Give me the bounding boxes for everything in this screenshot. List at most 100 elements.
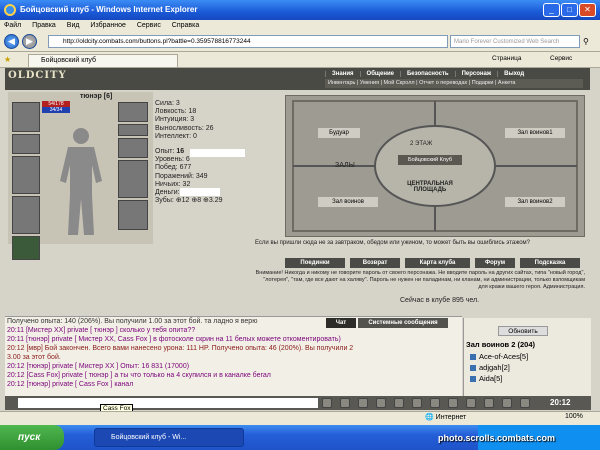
menu-view[interactable]: Вид bbox=[67, 22, 80, 29]
tool-icon[interactable] bbox=[448, 398, 458, 408]
tab-system-messages[interactable]: Системные сообщения bbox=[358, 318, 448, 328]
stat-strength: Сила: 3 bbox=[155, 100, 180, 107]
nav-security[interactable]: Безопасность bbox=[399, 71, 455, 77]
map-room-boudoir[interactable]: Будуар bbox=[318, 128, 360, 138]
zoom-level[interactable]: 100% bbox=[565, 413, 583, 420]
sub-nav[interactable]: Инвентарь | Умения | Мой Скролл | Отчет … bbox=[325, 79, 583, 88]
chat-line: Получено опыта: 140 (206%). Вы получили … bbox=[7, 318, 258, 325]
stat-endurance: Выносливость: 26 bbox=[155, 124, 214, 132]
tool-icon[interactable] bbox=[322, 398, 332, 408]
club-map-button[interactable]: Карта клуба bbox=[405, 258, 470, 268]
top-nav: Знания Общение Безопасность Персонаж Выход bbox=[325, 70, 530, 79]
tool-icon[interactable] bbox=[394, 398, 404, 408]
menu-bar: Файл Правка Вид Избранное Сервис Справка bbox=[0, 20, 600, 32]
tool-icon[interactable] bbox=[340, 398, 350, 408]
character-name: тюнэр [6] bbox=[80, 93, 113, 100]
search-input[interactable]: Mario Forever Customized Web Search bbox=[450, 35, 580, 48]
online-count: Сейчас в клубе 895 чел. bbox=[400, 297, 480, 304]
mana-bar: 34/34 bbox=[42, 107, 70, 113]
menu-help[interactable]: Справка bbox=[172, 22, 199, 29]
character-silhouette-icon bbox=[60, 128, 102, 235]
forward-button[interactable]: ▶ bbox=[22, 34, 37, 49]
tool-icon[interactable] bbox=[502, 398, 512, 408]
menu-file[interactable]: Файл bbox=[4, 22, 21, 29]
menu-tools[interactable]: Сервис bbox=[137, 22, 161, 29]
hint-button[interactable]: Подсказка bbox=[520, 258, 580, 268]
page-menu[interactable]: Страница bbox=[492, 55, 521, 62]
stat-intuition: Интуиция: 3 bbox=[155, 116, 195, 124]
chat-line: 20:11 [Мистер XX] private [ тюнэр ] скол… bbox=[7, 327, 196, 334]
gloves-slot[interactable] bbox=[118, 138, 148, 158]
chat-line: 20:12 [мвр] Бой закончен. Всего вами нан… bbox=[7, 345, 354, 352]
taskbar-item[interactable]: Бойцовский клуб - Wi... bbox=[94, 428, 244, 447]
player-item[interactable]: Ace-of-Aces[5] bbox=[470, 352, 528, 361]
tool-icon[interactable] bbox=[484, 398, 494, 408]
back-button[interactable]: ◀ bbox=[4, 34, 19, 49]
battles-button[interactable]: Поединки bbox=[285, 258, 345, 268]
ring-slots[interactable] bbox=[118, 124, 148, 136]
clan-icon bbox=[470, 354, 476, 361]
chat-line: 20:11 [тюнэр] private [ Мистер XX, Cass … bbox=[7, 336, 341, 343]
tools-menu[interactable]: Сервис bbox=[550, 55, 572, 62]
boots-slot[interactable] bbox=[118, 200, 148, 230]
internet-zone-status: 🌐 Интернет bbox=[425, 414, 467, 421]
chat-line: 20:12 [тюнэр] private [ Cass Fox ] канал bbox=[7, 381, 134, 388]
stat-wins: Побед: 677 bbox=[155, 164, 192, 172]
helmet-slot[interactable] bbox=[12, 102, 40, 132]
tool-icon[interactable] bbox=[376, 398, 386, 408]
necklace-slot[interactable] bbox=[12, 134, 40, 154]
game-clock: 20:12 bbox=[550, 398, 571, 407]
tool-icon[interactable] bbox=[412, 398, 422, 408]
chat-input[interactable] bbox=[18, 398, 318, 408]
shield-slot[interactable] bbox=[118, 160, 148, 198]
nav-character[interactable]: Персонаж bbox=[454, 71, 498, 77]
start-button[interactable]: пуск bbox=[0, 425, 64, 450]
stat-agility: Ловкость: 18 bbox=[155, 108, 197, 116]
menu-favorites[interactable]: Избранное bbox=[90, 22, 125, 29]
nav-exit[interactable]: Выход bbox=[497, 71, 530, 77]
tool-icon[interactable] bbox=[520, 398, 530, 408]
refresh-button[interactable]: Обновить bbox=[498, 326, 548, 336]
tab-chat[interactable]: Чат bbox=[326, 318, 356, 328]
clan-icon bbox=[470, 365, 476, 372]
address-input[interactable]: http://oldcity.combats.com/buttons.pl?ba… bbox=[48, 35, 448, 48]
map-room-warriors2[interactable]: Зал воинов2 bbox=[505, 197, 565, 207]
map-central-square[interactable]: ЦЕНТРАЛЬНАЯ ПЛОЩАДЬ bbox=[395, 181, 465, 193]
armor-slot[interactable] bbox=[12, 196, 40, 234]
map-drawing bbox=[292, 100, 578, 232]
stat-losses: Поражений: 349 bbox=[155, 172, 208, 180]
forum-button[interactable]: Форум bbox=[475, 258, 515, 268]
tool-icon[interactable] bbox=[358, 398, 368, 408]
maximize-button[interactable]: □ bbox=[561, 3, 578, 17]
favorites-star-icon[interactable]: ★ bbox=[4, 55, 11, 64]
map-room-warriors1[interactable]: Зал воинов1 bbox=[505, 128, 565, 138]
map-floor-label: 2 ЭТАЖ bbox=[410, 141, 433, 147]
chat-line: 20:12 [Cass Fox] private [ тюнэр ] а ты … bbox=[7, 372, 271, 379]
map-halls-label: ЗАЛЫ bbox=[335, 162, 355, 169]
close-button[interactable]: ✕ bbox=[579, 3, 596, 17]
earring-slot[interactable] bbox=[118, 102, 148, 122]
ie-icon bbox=[4, 4, 16, 16]
nav-knowledge[interactable]: Знания bbox=[325, 71, 360, 77]
player-item[interactable]: adjgah[2] bbox=[470, 363, 510, 372]
player-item[interactable]: Aida[5] bbox=[470, 374, 502, 383]
return-button[interactable]: Возврат bbox=[350, 258, 400, 268]
search-icon[interactable]: ⚲ bbox=[583, 37, 589, 46]
window-title: Бойцовский клуб - Windows Internet Explo… bbox=[20, 5, 198, 14]
chat-line: 20:12 [тюнэр] private [ Мистер XX ] Опыт… bbox=[7, 363, 190, 370]
menu-edit[interactable]: Правка bbox=[32, 22, 56, 29]
weapon-slot[interactable] bbox=[12, 156, 40, 194]
censor-box bbox=[190, 149, 245, 157]
map-room-warriors[interactable]: Зал воинов bbox=[318, 197, 378, 207]
chat-line: 3.00 за этот бой. bbox=[7, 354, 61, 361]
tool-icon[interactable] bbox=[466, 398, 476, 408]
map-fight-club[interactable]: Бойцовский Клуб bbox=[398, 155, 462, 165]
tool-icon[interactable] bbox=[430, 398, 440, 408]
tab-active[interactable]: Бойцовский клуб bbox=[28, 54, 178, 67]
map-note: Если вы пришли сюда не за завтраком, обе… bbox=[255, 240, 531, 246]
nav-communication[interactable]: Общение bbox=[359, 71, 400, 77]
belt-slot[interactable] bbox=[12, 236, 40, 260]
stat-teeth: Зубы: ⊕12 ⊕8 ⊕3.29 bbox=[155, 197, 223, 205]
minimize-button[interactable]: _ bbox=[543, 3, 560, 17]
game-logo: OLDCITY bbox=[8, 70, 67, 81]
